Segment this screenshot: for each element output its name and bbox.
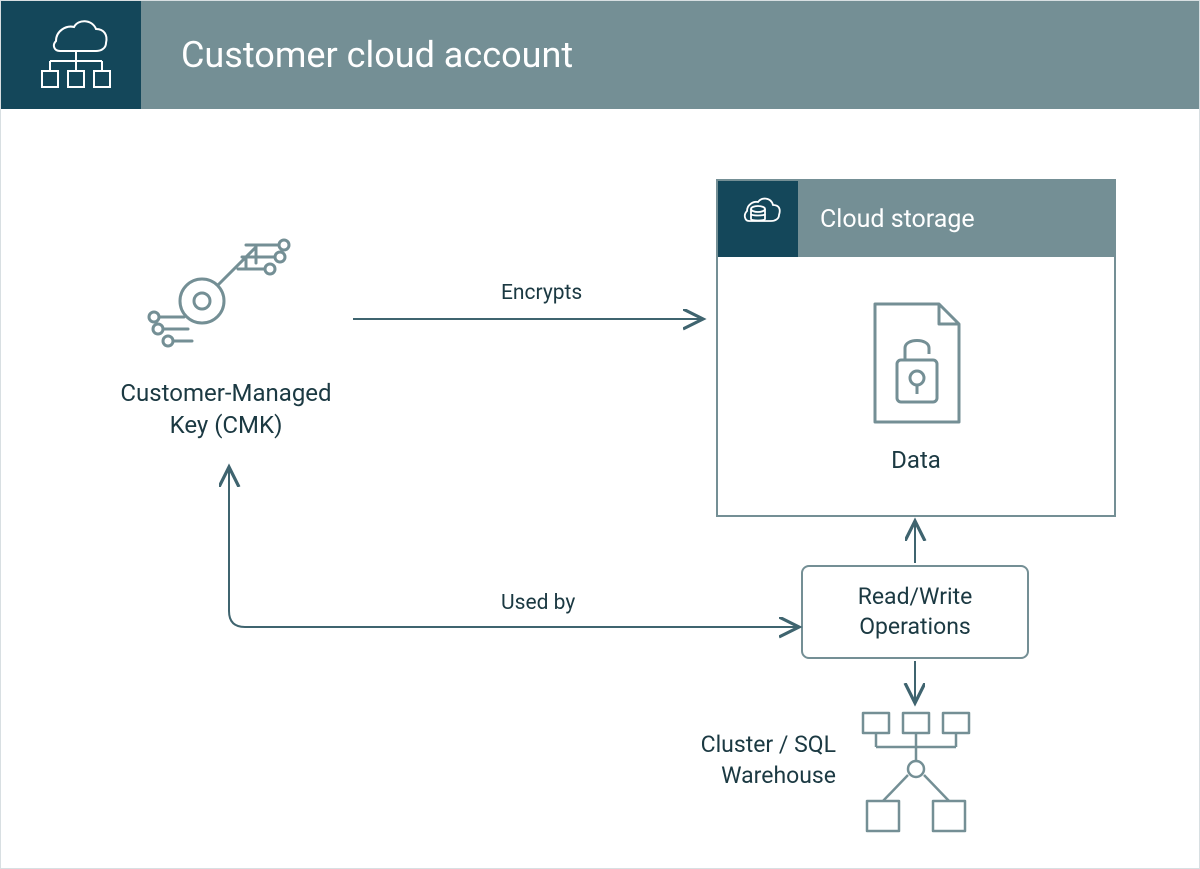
diagram-frame: Customer cloud account [0,0,1200,869]
read-write-ops-node: Read/Write Operations [801,565,1029,659]
key-circuit-icon [146,344,306,363]
header-title: Customer cloud account [141,1,1199,109]
cloud-network-icon [26,13,116,97]
cloud-storage-header: Cloud storage [718,181,1114,257]
header: Customer cloud account [1,1,1199,109]
cluster-label: Cluster / SQL Warehouse [646,729,836,791]
cloud-storage-title: Cloud storage [798,181,1114,257]
file-lock-icon [861,298,971,432]
header-icon-box [1,1,141,109]
cloud-storage-node: Cloud storage Data [716,179,1116,517]
used-by-edge-label: Used by [501,591,575,615]
cloud-storage-body: Data [718,257,1114,515]
cmk-label: Customer-Managed Key (CMK) [111,377,341,442]
cmk-node: Customer-Managed Key (CMK) [111,229,341,442]
data-label: Data [891,446,941,474]
read-write-ops-label: Read/Write Operations [803,582,1027,642]
diagram-canvas: Customer-Managed Key (CMK) Cloud storage [1,109,1199,868]
cloud-database-icon [733,193,783,245]
cluster-icon [851,707,981,841]
encrypts-edge-label: Encrypts [501,281,582,305]
cloud-storage-icon-box [718,181,798,257]
